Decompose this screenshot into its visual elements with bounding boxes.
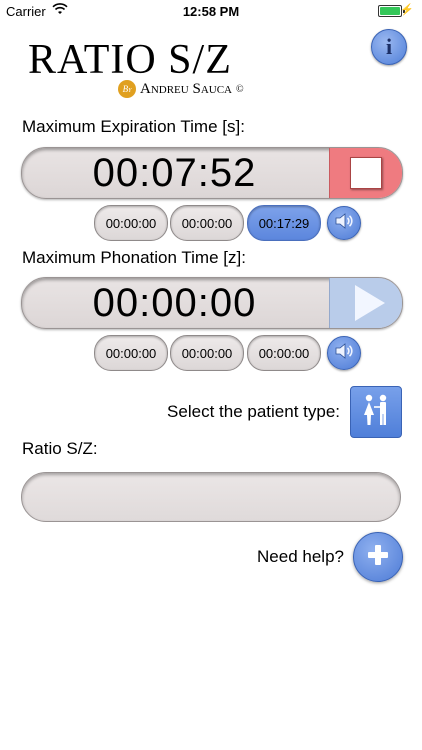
phonation-label: Maximum Phonation Time [z]:	[22, 248, 246, 267]
copyright-mark: ©	[235, 83, 244, 95]
patient-type-button[interactable]	[350, 386, 402, 438]
phonation-timer: 00:00:00	[21, 277, 403, 329]
info-button[interactable]: i	[371, 29, 407, 65]
play-icon	[355, 285, 385, 321]
phonation-sound-button[interactable]	[327, 336, 361, 370]
by-badge: By	[118, 80, 136, 98]
phonation-lap-2: 00:00:00	[170, 335, 244, 371]
plus-icon	[365, 542, 391, 573]
app-logo-author: By Andreu Sauca ©	[118, 80, 244, 98]
expiration-lap-2: 00:00:00	[170, 205, 244, 241]
status-bar: Carrier 12:58 PM ⚡	[0, 0, 422, 22]
phonation-lap-1: 00:00:00	[94, 335, 168, 371]
speaker-icon	[334, 212, 354, 235]
expiration-sound-button[interactable]	[327, 206, 361, 240]
phonation-timer-display: 00:00:00	[92, 281, 257, 325]
patient-type-label: Select the patient type:	[167, 402, 340, 421]
expiration-stop-button[interactable]	[329, 148, 402, 198]
charging-icon: ⚡	[400, 4, 414, 16]
info-icon: i	[385, 34, 393, 59]
ratio-result-field	[21, 472, 401, 522]
battery-icon	[378, 5, 405, 17]
expiration-label: Maximum Expiration Time [s]:	[22, 117, 245, 136]
expiration-timer-display: 00:07:52	[92, 151, 257, 195]
people-icon	[357, 391, 395, 434]
ratio-label: Ratio S/Z:	[22, 439, 98, 458]
expiration-timer: 00:07:52	[21, 147, 403, 199]
app-logo-title: RATIO S/Z	[28, 37, 232, 83]
speaker-icon	[334, 342, 354, 365]
help-button[interactable]	[353, 532, 403, 582]
phonation-lap-3: 00:00:00	[247, 335, 321, 371]
help-label: Need help?	[257, 547, 344, 566]
author-name: Andreu Sauca	[140, 80, 232, 97]
status-time: 12:58 PM	[182, 4, 240, 19]
expiration-lap-1: 00:00:00	[94, 205, 168, 241]
expiration-lap-3: 00:17:29	[247, 205, 321, 241]
phonation-play-button[interactable]	[329, 278, 402, 328]
stop-icon	[350, 157, 382, 189]
